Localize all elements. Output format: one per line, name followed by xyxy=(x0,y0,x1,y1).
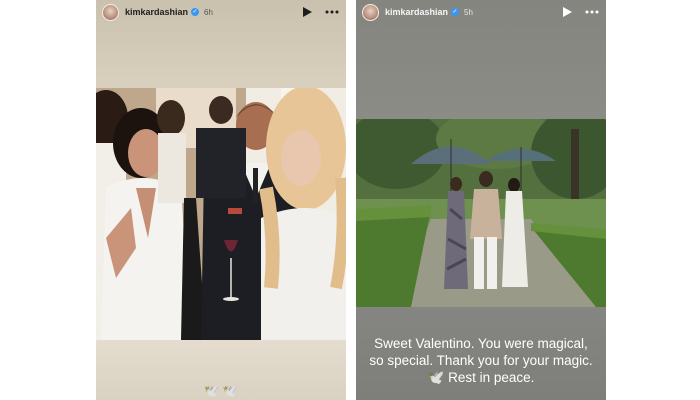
story-username[interactable]: kimkardashian xyxy=(125,7,188,17)
story-caption: Sweet Valentino. You were magical, so sp… xyxy=(369,336,593,385)
story-caption: 🕊️ 🕊️ xyxy=(204,384,238,398)
verified-badge-icon: ✓ xyxy=(191,8,200,16)
story-photo xyxy=(96,88,346,340)
story-header: kimkardashian ✓ 5h xyxy=(356,0,606,24)
more-options-icon[interactable] xyxy=(584,6,600,18)
play-icon[interactable] xyxy=(560,6,574,18)
profile-avatar[interactable] xyxy=(102,3,119,21)
story-header: kimkardashian ✓ 6h xyxy=(96,0,346,24)
play-icon[interactable] xyxy=(300,6,314,18)
verified-badge-icon: ✓ xyxy=(451,8,460,16)
more-options-icon[interactable] xyxy=(324,6,340,18)
story-panel-right[interactable]: kimkardashian ✓ 5h Sweet Valentino. You … xyxy=(356,0,606,400)
story-panel-left[interactable]: kimkardashian ✓ 6h 🕊️ 🕊️ xyxy=(96,0,346,400)
story-photo xyxy=(356,119,606,307)
story-timestamp: 6h xyxy=(204,7,213,17)
story-username[interactable]: kimkardashian xyxy=(385,7,448,17)
story-timestamp: 5h xyxy=(464,7,473,17)
profile-avatar[interactable] xyxy=(362,3,379,21)
